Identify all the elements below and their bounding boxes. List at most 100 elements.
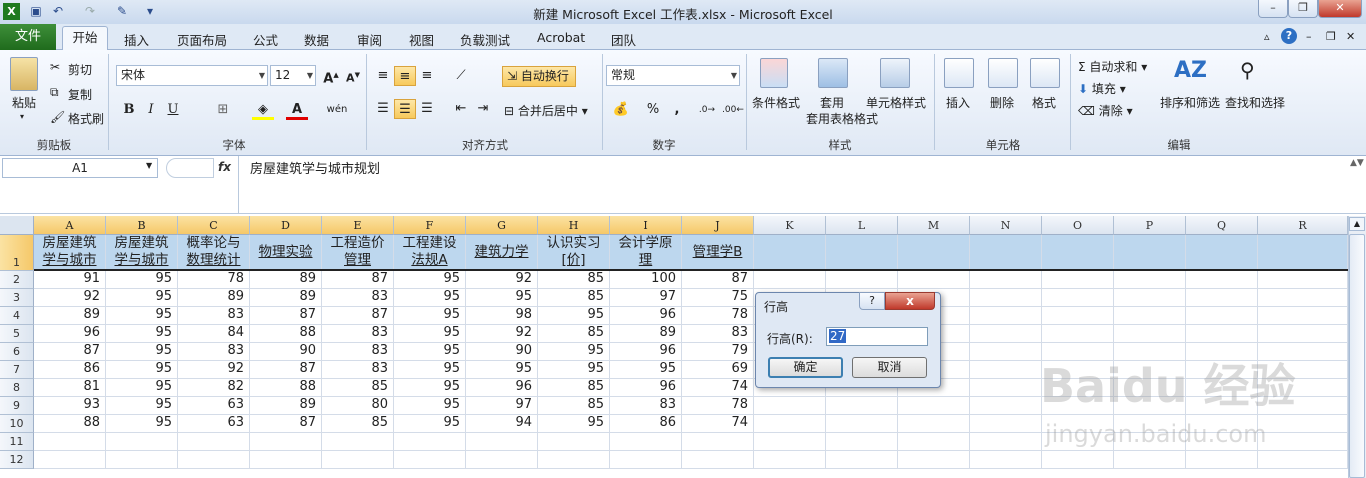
empty-cell[interactable]: [1042, 307, 1114, 325]
copy-button[interactable]: 复制: [68, 86, 92, 103]
data-cell[interactable]: 95: [106, 415, 178, 433]
data-cell[interactable]: 92: [178, 361, 250, 379]
empty-cell[interactable]: [1114, 307, 1186, 325]
empty-cell[interactable]: [1186, 451, 1258, 469]
insert-function-button[interactable]: fx: [218, 160, 231, 174]
data-cell[interactable]: 96: [610, 307, 682, 325]
empty-cell[interactable]: [1186, 307, 1258, 325]
data-cell[interactable]: 69: [682, 361, 754, 379]
empty-cell[interactable]: [610, 433, 682, 451]
data-cell[interactable]: 86: [610, 415, 682, 433]
row-header-4[interactable]: 4: [0, 307, 34, 325]
empty-cell[interactable]: [250, 451, 322, 469]
format-as-table-button[interactable]: 套用表格格式: [806, 110, 878, 127]
data-cell[interactable]: 95: [538, 415, 610, 433]
header-cell[interactable]: 工程建设 法规A: [394, 235, 466, 271]
data-cell[interactable]: 85: [538, 325, 610, 343]
empty-cell[interactable]: [1186, 271, 1258, 289]
data-cell[interactable]: 74: [682, 379, 754, 397]
empty-cell[interactable]: [970, 343, 1042, 361]
align-center-icon[interactable]: ☰: [394, 99, 416, 119]
empty-cell[interactable]: [106, 433, 178, 451]
data-cell[interactable]: 86: [34, 361, 106, 379]
empty-cell[interactable]: [970, 451, 1042, 469]
data-cell[interactable]: 87: [322, 307, 394, 325]
cell-styles-icon[interactable]: [880, 58, 910, 88]
empty-cell[interactable]: [1114, 235, 1186, 271]
data-cell[interactable]: 95: [538, 343, 610, 361]
empty-cell[interactable]: [898, 451, 970, 469]
delete-cells-button[interactable]: 删除: [990, 94, 1014, 111]
empty-cell[interactable]: [394, 451, 466, 469]
data-cell[interactable]: 87: [322, 271, 394, 289]
currency-icon[interactable]: 💰: [610, 100, 632, 120]
help-icon[interactable]: ?: [1281, 28, 1297, 44]
data-cell[interactable]: 85: [538, 379, 610, 397]
insert-cells-icon[interactable]: [944, 58, 974, 88]
empty-cell[interactable]: [466, 451, 538, 469]
data-cell[interactable]: 96: [34, 325, 106, 343]
data-cell[interactable]: 89: [178, 289, 250, 307]
column-header-O[interactable]: O: [1042, 216, 1114, 235]
empty-cell[interactable]: [1042, 289, 1114, 307]
data-cell[interactable]: 89: [250, 289, 322, 307]
data-cell[interactable]: 85: [538, 397, 610, 415]
data-cell[interactable]: 85: [538, 289, 610, 307]
column-header-N[interactable]: N: [970, 216, 1042, 235]
column-header-H[interactable]: H: [538, 216, 610, 235]
empty-cell[interactable]: [34, 451, 106, 469]
scrollbar-thumb[interactable]: [1349, 234, 1365, 478]
header-cell[interactable]: 建筑力学: [466, 235, 538, 271]
paste-dropdown-icon[interactable]: ▾: [20, 112, 24, 121]
format-cells-icon[interactable]: [1030, 58, 1060, 88]
data-cell[interactable]: 87: [250, 415, 322, 433]
tab-team[interactable]: 团队: [611, 30, 636, 48]
phonetic-icon[interactable]: wén: [326, 100, 348, 120]
column-header-P[interactable]: P: [1114, 216, 1186, 235]
column-header-M[interactable]: M: [898, 216, 970, 235]
data-cell[interactable]: 95: [394, 361, 466, 379]
data-cell[interactable]: 93: [34, 397, 106, 415]
data-cell[interactable]: 83: [610, 397, 682, 415]
empty-cell[interactable]: [898, 235, 970, 271]
data-cell[interactable]: 87: [682, 271, 754, 289]
column-header-C[interactable]: C: [178, 216, 250, 235]
cut-icon[interactable]: ✂: [50, 60, 60, 74]
align-left-icon[interactable]: ☰: [372, 99, 394, 119]
header-cell[interactable]: 物理实验: [250, 235, 322, 271]
row-header-7[interactable]: 7: [0, 361, 34, 379]
row-header-10[interactable]: 10: [0, 415, 34, 433]
formula-input[interactable]: 房屋建筑学与城市规划: [250, 158, 380, 177]
data-cell[interactable]: 95: [106, 379, 178, 397]
data-cell[interactable]: 89: [250, 271, 322, 289]
empty-cell[interactable]: [1042, 235, 1114, 271]
data-cell[interactable]: 95: [394, 289, 466, 307]
empty-cell[interactable]: [1114, 289, 1186, 307]
data-cell[interactable]: 78: [682, 397, 754, 415]
data-cell[interactable]: 96: [610, 343, 682, 361]
empty-cell[interactable]: [1114, 451, 1186, 469]
align-right-icon[interactable]: ☰: [416, 99, 438, 119]
header-cell[interactable]: 会计学原理: [610, 235, 682, 271]
empty-cell[interactable]: [1042, 325, 1114, 343]
data-cell[interactable]: 83: [178, 343, 250, 361]
data-cell[interactable]: 78: [682, 307, 754, 325]
column-header-G[interactable]: G: [466, 216, 538, 235]
conditional-format-icon[interactable]: [760, 58, 788, 88]
tab-load-test[interactable]: 负载测试: [460, 30, 510, 48]
data-cell[interactable]: 88: [250, 325, 322, 343]
data-cell[interactable]: 84: [178, 325, 250, 343]
tab-insert[interactable]: 插入: [124, 30, 149, 48]
empty-cell[interactable]: [178, 433, 250, 451]
data-cell[interactable]: 83: [322, 325, 394, 343]
empty-cell[interactable]: [178, 451, 250, 469]
cell-styles-button[interactable]: 单元格样式: [866, 94, 926, 111]
data-cell[interactable]: 95: [466, 289, 538, 307]
empty-cell[interactable]: [970, 361, 1042, 379]
data-cell[interactable]: 96: [466, 379, 538, 397]
header-cell[interactable]: 管理学B: [682, 235, 754, 271]
empty-cell[interactable]: [826, 415, 898, 433]
copy-icon[interactable]: ⧉: [50, 85, 59, 100]
row-header-2[interactable]: 2: [0, 271, 34, 289]
data-cell[interactable]: 97: [610, 289, 682, 307]
